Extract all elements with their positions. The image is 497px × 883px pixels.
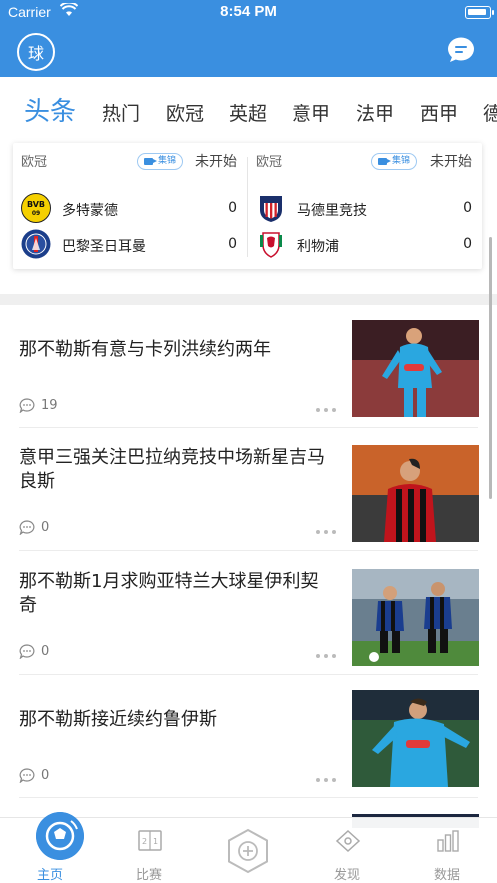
nav-discover[interactable]: 发现 bbox=[307, 818, 387, 883]
logo-text: 球 bbox=[27, 44, 44, 63]
scoreboard-icon: 2 1 bbox=[138, 830, 162, 851]
home-team-row: BVB 09 多特蒙德 0 bbox=[21, 193, 243, 225]
bvb-crest-icon: BVB 09 bbox=[21, 193, 51, 223]
category-tabs: 头条 热门 欧冠 英超 意甲 法甲 西甲 德 bbox=[0, 77, 497, 139]
team-score: 0 bbox=[228, 236, 237, 252]
app-header: Carrier 8:54 PM 球 bbox=[0, 0, 497, 77]
news-title: 意甲三强关注巴拉纳竞技中场新星吉马良斯 bbox=[19, 447, 325, 492]
tab-bundesliga[interactable]: 德 bbox=[483, 99, 497, 126]
highlights-badge[interactable]: 集锦 bbox=[137, 153, 184, 170]
team-name: 利物浦 bbox=[297, 239, 339, 255]
team-score: 0 bbox=[463, 200, 472, 216]
news-thumbnail[interactable] bbox=[352, 320, 479, 417]
svg-text:09: 09 bbox=[32, 210, 40, 217]
news-thumbnail[interactable] bbox=[352, 445, 479, 542]
comment-count-value: 19 bbox=[41, 398, 58, 413]
nav-label: 主页 bbox=[36, 868, 63, 883]
status-time: 8:54 PM bbox=[220, 3, 277, 20]
match-status: 未开始 bbox=[195, 154, 237, 170]
soccer-ball-icon bbox=[36, 812, 84, 860]
comment-icon bbox=[19, 768, 35, 783]
svg-text:BVB: BVB bbox=[27, 200, 45, 209]
team-name: 马德里竞技 bbox=[297, 203, 367, 219]
match-status: 未开始 bbox=[430, 154, 472, 170]
news-title: 那不勒斯1月求购亚特兰大球星伊利契奇 bbox=[19, 571, 319, 616]
comment-count: 0 bbox=[19, 520, 49, 535]
away-team-row: 利物浦 0 bbox=[256, 229, 478, 261]
team-score: 0 bbox=[228, 200, 237, 216]
add-circle-icon bbox=[228, 828, 268, 874]
news-thumbnail[interactable] bbox=[352, 569, 479, 666]
comment-icon bbox=[19, 398, 35, 413]
news-item[interactable]: 意甲三强关注巴拉纳竞技中场新星吉马良斯 0 bbox=[0, 428, 497, 551]
match-card[interactable]: 欧冠 集锦 未开始 马德里竞技 0 利物浦 0 bbox=[248, 143, 482, 269]
team-name: 多特蒙德 bbox=[62, 203, 118, 219]
video-camera-icon bbox=[144, 158, 157, 165]
tab-hot[interactable]: 热门 bbox=[102, 99, 140, 126]
comment-icon bbox=[19, 520, 35, 535]
tab-ucl[interactable]: 欧冠 bbox=[166, 99, 204, 126]
tab-serie-a[interactable]: 意甲 bbox=[292, 99, 330, 126]
tab-la-liga[interactable]: 西甲 bbox=[420, 99, 458, 126]
comment-count-value: 0 bbox=[41, 520, 50, 535]
bottom-navigation: 主页 2 1 比赛 发现 数据 bbox=[0, 812, 497, 883]
scrollbar[interactable] bbox=[489, 237, 492, 499]
nav-data[interactable]: 数据 bbox=[407, 818, 487, 883]
news-item[interactable]: 那不勒斯有意与卡列洪续约两年 19 bbox=[0, 305, 497, 428]
nav-label: 发现 bbox=[333, 868, 360, 883]
video-camera-icon bbox=[378, 158, 391, 165]
nav-home[interactable]: 主页 bbox=[10, 812, 90, 883]
more-options-icon[interactable] bbox=[316, 643, 340, 662]
svg-text:2: 2 bbox=[142, 837, 147, 846]
news-title: 那不勒斯有意与卡列洪续约两年 bbox=[19, 339, 271, 360]
comment-icon bbox=[19, 644, 35, 659]
discover-icon bbox=[335, 829, 361, 853]
comment-count: 0 bbox=[19, 768, 49, 783]
more-options-icon[interactable] bbox=[316, 767, 340, 786]
profile-logo-button[interactable]: 球 bbox=[17, 33, 55, 71]
nav-label: 数据 bbox=[433, 868, 460, 883]
team-score: 0 bbox=[463, 236, 472, 252]
nav-label: 比赛 bbox=[135, 868, 162, 883]
match-cards: 欧冠 集锦 未开始 BVB 09 多特蒙德 0 巴黎圣日耳曼 0 欧冠 集锦 未… bbox=[13, 143, 482, 269]
match-card[interactable]: 欧冠 集锦 未开始 BVB 09 多特蒙德 0 巴黎圣日耳曼 0 bbox=[13, 143, 247, 269]
bar-chart-icon bbox=[437, 830, 459, 852]
more-options-icon[interactable] bbox=[316, 397, 340, 416]
comment-count: 19 bbox=[19, 398, 58, 413]
home-team-row: 马德里竞技 0 bbox=[256, 193, 478, 225]
news-item[interactable]: 那不勒斯接近续约鲁伊斯 0 bbox=[0, 675, 497, 798]
tab-headlines[interactable]: 头条 bbox=[24, 91, 76, 128]
team-name: 巴黎圣日耳曼 bbox=[62, 239, 146, 255]
highlights-label: 集锦 bbox=[158, 156, 177, 166]
atletico-crest-icon bbox=[260, 196, 282, 222]
news-title: 那不勒斯接近续约鲁伊斯 bbox=[19, 709, 217, 730]
comment-count: 0 bbox=[19, 644, 49, 659]
section-separator bbox=[0, 294, 497, 305]
highlights-badge[interactable]: 集锦 bbox=[371, 153, 418, 170]
svg-text:1: 1 bbox=[153, 837, 158, 846]
row-divider bbox=[19, 550, 478, 551]
away-team-row: 巴黎圣日耳曼 0 bbox=[21, 229, 243, 261]
tab-epl[interactable]: 英超 bbox=[229, 99, 267, 126]
liverpool-crest-icon bbox=[260, 232, 282, 258]
comment-count-value: 0 bbox=[41, 644, 50, 659]
more-options-icon[interactable] bbox=[316, 519, 340, 538]
psg-crest-icon bbox=[21, 229, 51, 259]
battery-icon bbox=[465, 6, 494, 19]
status-bar: Carrier 8:54 PM bbox=[0, 0, 497, 26]
news-item[interactable]: 那不勒斯1月求购亚特兰大球星伊利契奇 0 bbox=[0, 552, 497, 675]
nav-matches[interactable]: 2 1 比赛 bbox=[109, 818, 189, 883]
nav-publish[interactable] bbox=[208, 818, 288, 883]
match-league: 欧冠 bbox=[21, 155, 48, 170]
match-league: 欧冠 bbox=[256, 155, 283, 170]
highlights-label: 集锦 bbox=[392, 156, 411, 166]
news-thumbnail[interactable] bbox=[352, 690, 479, 787]
comment-count-value: 0 bbox=[41, 768, 50, 783]
message-icon[interactable] bbox=[447, 37, 475, 63]
tab-ligue-1[interactable]: 法甲 bbox=[356, 99, 394, 126]
